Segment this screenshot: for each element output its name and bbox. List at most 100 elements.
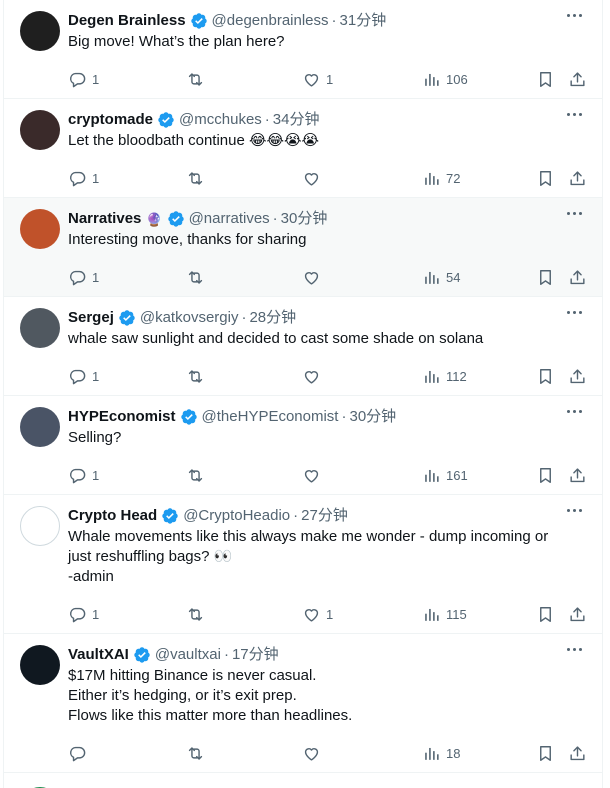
author-name[interactable]: HYPEconomist [68,407,176,427]
tweet-header: Sergej @katkovsergiy · 28分钟 [68,307,586,329]
share-button[interactable] [568,595,587,633]
views-button[interactable]: 18 [422,734,460,772]
avatar[interactable] [20,209,60,249]
tweet-time[interactable]: 31分钟 [340,11,387,31]
reply-button[interactable]: 1 [68,60,99,98]
views-button[interactable]: 72 [422,159,460,197]
share-icon [568,169,587,188]
tweet[interactable]: VaultXAI @vaultxai · 17分钟 $17M hitting B… [4,634,602,773]
like-button[interactable] [302,258,326,296]
author-handle[interactable]: @katkovsergiy [140,308,239,328]
share-button[interactable] [568,159,587,197]
avatar[interactable] [20,407,60,447]
author-handle[interactable]: @mcchukes [179,110,262,130]
view-count: 54 [446,269,461,285]
views-button[interactable]: 112 [422,357,467,395]
retweet-button[interactable] [186,734,205,772]
author-name[interactable]: Degen Brainless [68,11,186,31]
like-button[interactable] [302,456,326,494]
more-options-icon[interactable] [567,410,582,413]
like-icon [302,367,321,386]
reply-button[interactable]: 1 [68,357,99,395]
author-name[interactable]: Narratives [68,209,141,229]
like-button[interactable]: 1 [302,595,333,633]
like-icon [302,744,321,763]
author-handle[interactable]: @CryptoHeadio [183,506,290,526]
views-button[interactable]: 115 [422,595,467,633]
reply-button[interactable]: 1 [68,595,99,633]
like-button[interactable] [302,734,326,772]
tweet[interactable]: Sergej @katkovsergiy · 28分钟 whale saw su… [4,297,602,396]
share-button[interactable] [568,734,587,772]
share-icon [568,268,587,287]
tweet-header: VaultXAI @vaultxai · 17分钟 [68,644,586,666]
reply-button[interactable] [68,734,92,772]
avatar[interactable] [20,110,60,150]
bookmark-icon [536,268,555,287]
more-options-icon[interactable] [567,648,582,651]
share-button[interactable] [568,357,587,395]
reply-icon [68,744,87,763]
more-options-icon[interactable] [567,14,582,17]
author-name[interactable]: cryptomade [68,110,153,130]
avatar[interactable] [20,11,60,51]
tweet-time[interactable]: 17分钟 [232,645,279,665]
author-name[interactable]: Crypto Head [68,506,157,526]
bookmark-button[interactable] [536,595,555,633]
tweet[interactable]: HYPEconomist @theHYPEconomist · 30分钟 Sel… [4,396,602,495]
tweet-time[interactable]: 28分钟 [249,308,296,328]
more-options-icon[interactable] [567,311,582,314]
tweet-time[interactable]: 34分钟 [273,110,320,130]
author-handle[interactable]: @vaultxai [155,645,221,665]
more-options-icon[interactable] [567,212,582,215]
author-handle[interactable]: @degenbrainless [212,11,329,31]
bookmark-button[interactable] [536,258,555,296]
more-options-icon[interactable] [567,113,582,116]
share-button[interactable] [568,60,587,98]
reply-button[interactable]: 1 [68,456,99,494]
retweet-button[interactable] [186,357,205,395]
views-button[interactable]: 161 [422,456,468,494]
like-button[interactable] [302,357,326,395]
tweet[interactable]: Narratives 🔮 @narratives · 30分钟 Interest… [4,198,602,297]
bookmark-button[interactable] [536,60,555,98]
tweet-time[interactable]: 30分钟 [281,209,328,229]
tweet-time[interactable]: 27分钟 [301,506,348,526]
bookmark-icon [536,169,555,188]
views-button[interactable]: 106 [422,60,468,98]
share-icon [568,466,587,485]
like-button[interactable]: 1 [302,60,333,98]
author-name[interactable]: Sergej [68,308,114,328]
tweet-time[interactable]: 30分钟 [349,407,396,427]
like-button[interactable] [302,159,326,197]
share-button[interactable] [568,258,587,296]
tweet[interactable] [4,773,602,788]
tweet[interactable]: cryptomade @mcchukes · 34分钟 Let the bloo… [4,99,602,198]
more-options-icon[interactable] [567,509,582,512]
views-icon [422,605,441,624]
bookmark-button[interactable] [536,456,555,494]
avatar[interactable] [20,308,60,348]
avatar[interactable] [20,506,60,546]
like-icon [302,169,321,188]
retweet-button[interactable] [186,60,205,98]
tweet[interactable]: Crypto Head @CryptoHeadio · 27分钟 Whale m… [4,495,602,634]
author-handle[interactable]: @theHYPEconomist [202,407,339,427]
tweet[interactable]: Degen Brainless @degenbrainless · 31分钟 B… [4,0,602,99]
share-button[interactable] [568,456,587,494]
author-name[interactable]: VaultXAI [68,645,129,665]
retweet-button[interactable] [186,258,205,296]
views-button[interactable]: 54 [422,258,460,296]
avatar[interactable] [20,645,60,685]
author-handle[interactable]: @narratives [189,209,270,229]
retweet-button[interactable] [186,595,205,633]
retweet-button[interactable] [186,159,205,197]
retweet-button[interactable] [186,456,205,494]
reply-button[interactable]: 1 [68,258,99,296]
reply-button[interactable]: 1 [68,159,99,197]
reply-icon [68,268,87,287]
bookmark-button[interactable] [536,734,555,772]
bookmark-button[interactable] [536,159,555,197]
bookmark-button[interactable] [536,357,555,395]
views-icon [422,367,441,386]
